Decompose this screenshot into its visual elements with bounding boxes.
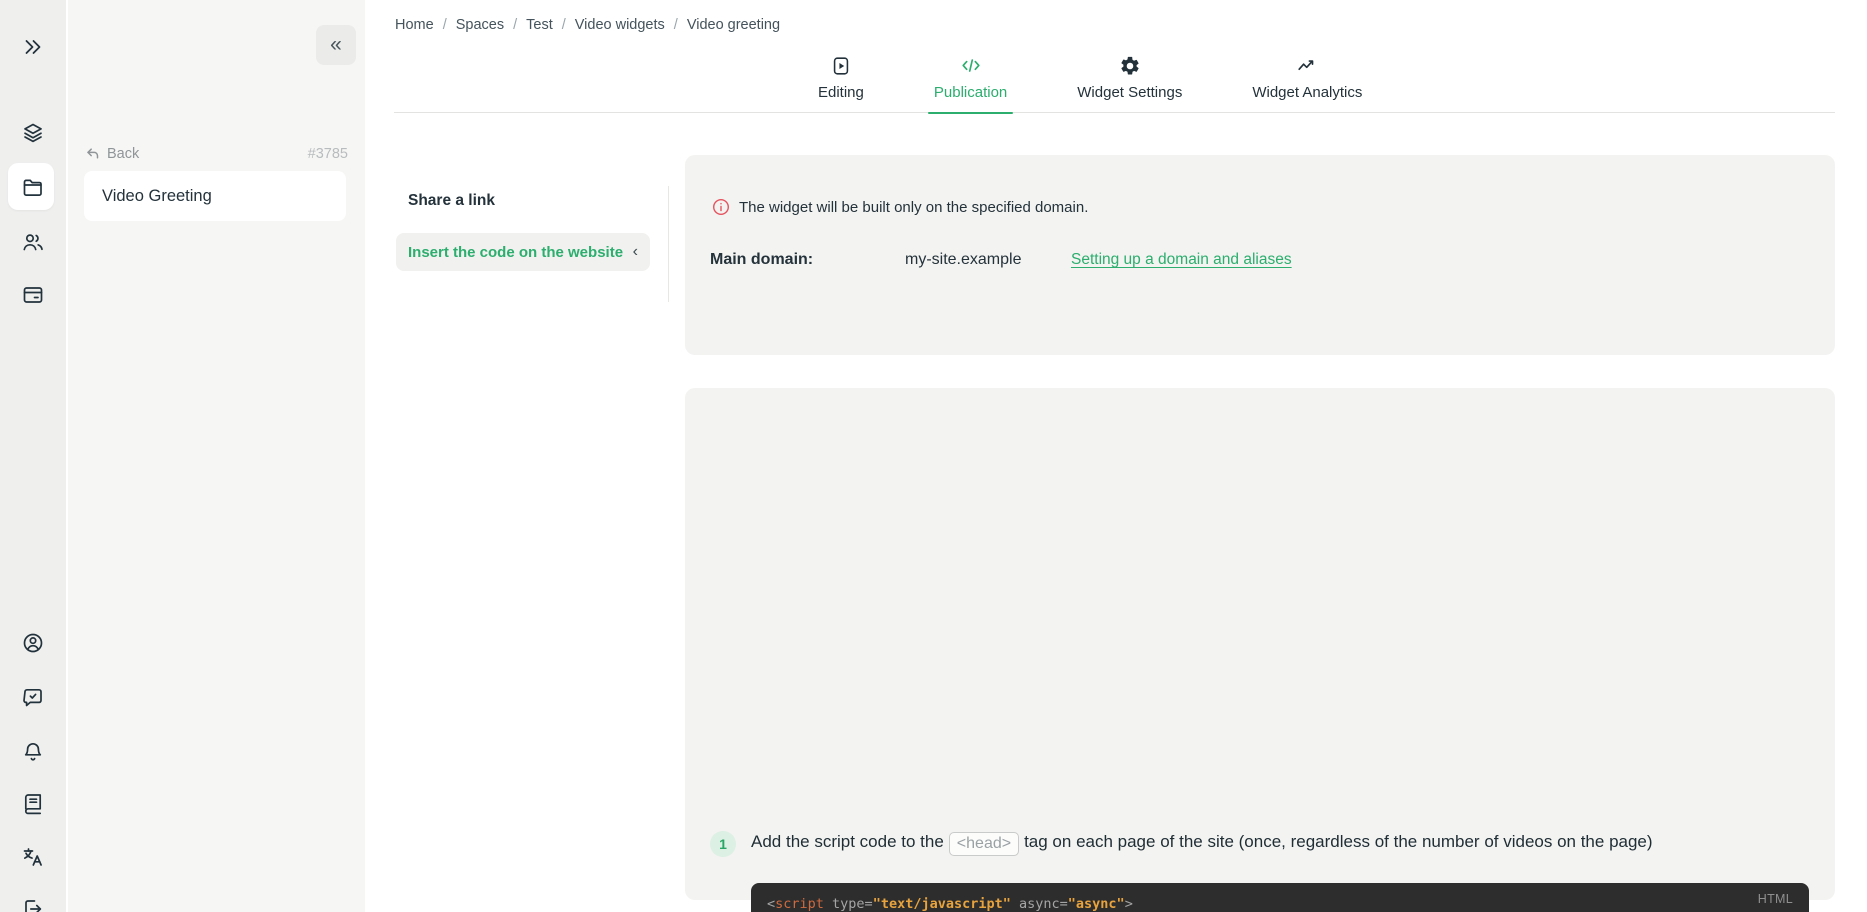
- team-icon[interactable]: [21, 230, 45, 254]
- billing-card-icon[interactable]: [21, 283, 45, 307]
- breadcrumb: Home / Spaces / Test / Video widgets / V…: [395, 17, 780, 33]
- main-domain-label: Main domain:: [710, 251, 814, 268]
- install-card: 1 Add the script code to the <head> tag on…: [685, 388, 1835, 912]
- tab-publication[interactable]: Publication: [927, 55, 1014, 114]
- collapse-panel-icon: «: [330, 33, 342, 56]
- breadcrumb-video-widgets[interactable]: Video widgets: [575, 17, 665, 33]
- breadcrumb-separator: /: [442, 17, 447, 33]
- collapse-panel-button[interactable]: «: [316, 25, 356, 65]
- back-button[interactable]: Back: [107, 146, 139, 162]
- tab-label: Editing: [818, 84, 864, 101]
- video-play-icon: [830, 55, 852, 77]
- tab-widget-settings[interactable]: Widget Settings: [1071, 55, 1188, 113]
- tab-label: Widget Analytics: [1252, 84, 1363, 101]
- profile-icon[interactable]: [21, 631, 45, 655]
- domain-notice-text: The widget will be built only on the spe…: [739, 198, 1089, 216]
- script-code-block: <script type="text/javascript" async="as…: [751, 883, 1809, 912]
- submenu-item-label: Insert the code on the website: [408, 243, 624, 261]
- main-domain-value: my-site.example: [905, 251, 1022, 268]
- back-icon: [85, 146, 101, 162]
- tab-label: Widget Settings: [1077, 84, 1183, 101]
- script-code: <script type="text/javascript" async="as…: [767, 896, 1133, 912]
- analytics-icon: [1296, 55, 1318, 77]
- projects-folder-icon[interactable]: [21, 175, 45, 199]
- docs-book-icon[interactable]: [21, 791, 45, 815]
- feedback-chat-icon[interactable]: [21, 686, 45, 710]
- domain-setup-link[interactable]: Setting up a domain and aliases: [1071, 251, 1292, 269]
- code-language-badge: HTML: [1757, 892, 1793, 906]
- breadcrumb-spaces[interactable]: Spaces: [456, 17, 504, 33]
- submenu-divider: [668, 186, 669, 302]
- gear-icon: [1119, 55, 1141, 77]
- widget-title-field[interactable]: Video Greeting: [84, 171, 346, 221]
- breadcrumb-separator: /: [561, 17, 566, 33]
- logout-icon[interactable]: [21, 897, 45, 912]
- icon-rail: [0, 0, 66, 912]
- expand-sidebar-icon[interactable]: [21, 35, 45, 59]
- step-1-number: 1: [710, 831, 736, 857]
- breadcrumb-separator: /: [673, 17, 678, 33]
- tab-bar: Editing Publication Widget Settings Widg…: [812, 55, 1368, 114]
- submenu-item-share-link[interactable]: Share a link: [408, 192, 495, 210]
- code-icon: [960, 55, 982, 77]
- language-translate-icon[interactable]: [21, 845, 45, 869]
- widget-title-text: Video Greeting: [102, 186, 212, 205]
- breadcrumb-video-greeting[interactable]: Video greeting: [687, 17, 780, 33]
- breadcrumb-test[interactable]: Test: [526, 17, 553, 33]
- app-window: « Back #3785 Video Greeting Home / Space…: [0, 0, 1867, 912]
- tab-widget-analytics[interactable]: Widget Analytics: [1246, 55, 1368, 113]
- step-1-text: Add the script code to the <head> tag on e…: [751, 829, 1756, 856]
- tab-label: Publication: [933, 84, 1008, 101]
- chevron-left-icon: ‹: [632, 243, 638, 260]
- submenu-item-insert-code[interactable]: Insert the code on the website ‹: [396, 233, 650, 271]
- widget-id-badge: #3785: [307, 146, 348, 162]
- breadcrumb-home[interactable]: Home: [395, 17, 434, 33]
- layers-icon[interactable]: [21, 121, 45, 145]
- domain-card: The widget will be built only on the spe…: [685, 155, 1835, 355]
- secondary-panel: « Back #3785 Video Greeting: [68, 0, 365, 912]
- head-tag-chip: <head>: [948, 832, 1020, 856]
- breadcrumb-separator: /: [513, 17, 518, 33]
- notifications-bell-icon[interactable]: [21, 740, 45, 764]
- tab-editing[interactable]: Editing: [812, 55, 870, 113]
- info-warning-icon: [712, 198, 730, 216]
